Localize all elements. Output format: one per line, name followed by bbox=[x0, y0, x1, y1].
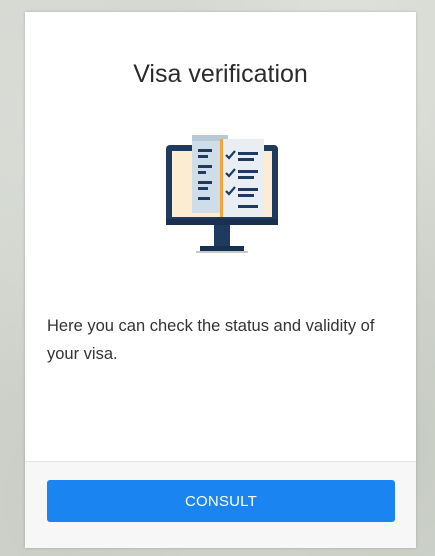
visa-verification-card: Visa verification Here you can check the… bbox=[25, 12, 416, 548]
consult-button[interactable]: CONSULT bbox=[47, 480, 395, 522]
card-description: Here you can check the status and validi… bbox=[47, 317, 375, 363]
computer-checklist-icon bbox=[162, 125, 282, 265]
card-title: Visa verification bbox=[133, 60, 308, 88]
card-footer: CONSULT bbox=[25, 461, 416, 548]
